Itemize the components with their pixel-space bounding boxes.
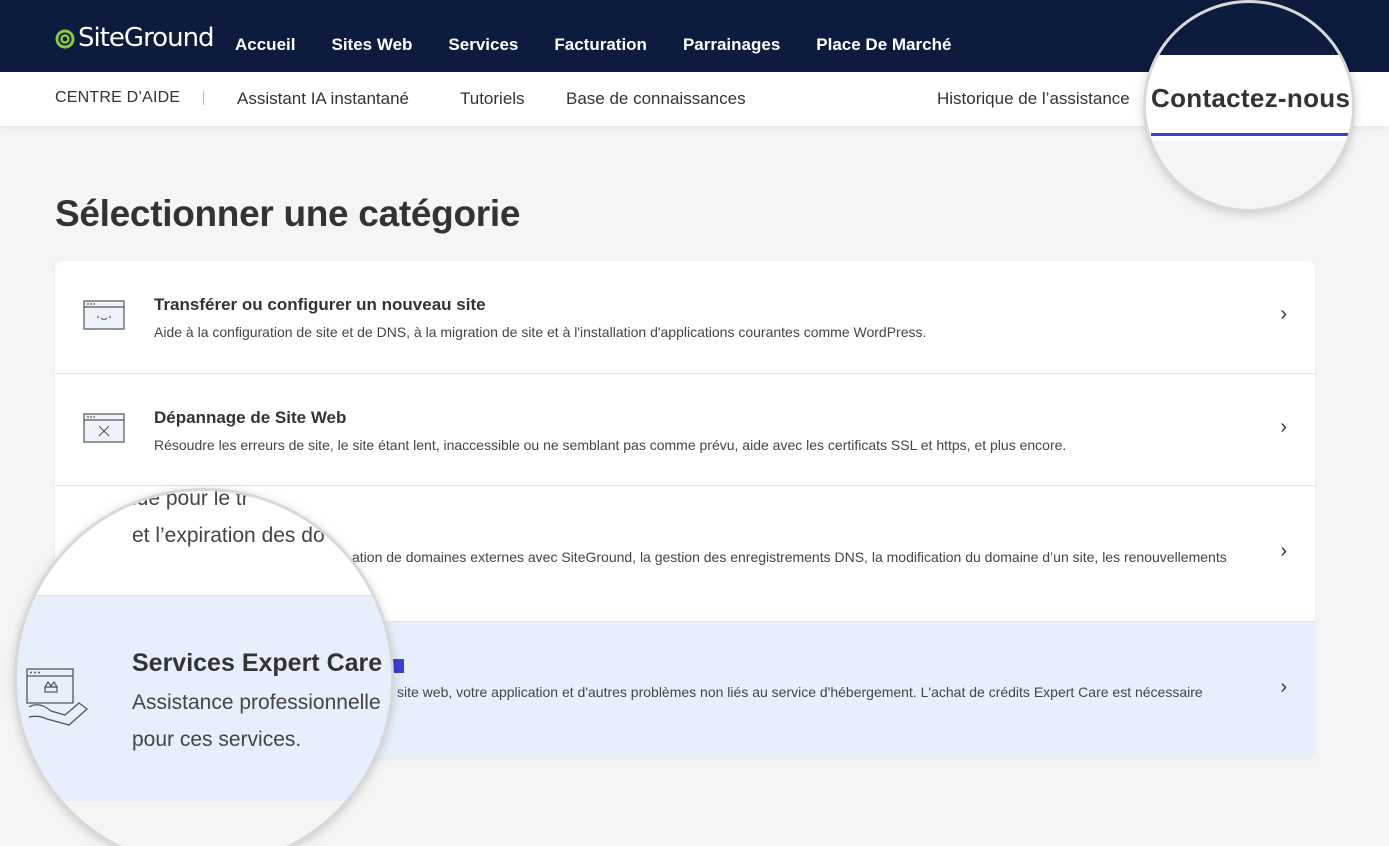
browser-error-icon	[83, 413, 125, 443]
subnav-support-history[interactable]: Historique de l’assistance	[937, 89, 1130, 109]
magnified-domain-text: ide pour le tr	[132, 488, 249, 510]
nav-sites-web[interactable]: Sites Web	[331, 35, 412, 55]
chevron-right-icon: ›	[1280, 540, 1287, 562]
nav-services[interactable]: Services	[448, 35, 518, 55]
nav-accueil[interactable]: Accueil	[235, 35, 295, 55]
expert-care-icon	[26, 668, 89, 726]
category-transfer-setup[interactable]: Transférer ou configurer un nouveau site…	[55, 261, 1315, 374]
siteground-logo[interactable]: SiteGround	[55, 22, 215, 54]
browser-smile-icon	[83, 300, 125, 330]
nav-parrainages[interactable]: Parrainages	[683, 35, 780, 55]
help-center-label[interactable]: CENTRE D’AIDE	[55, 89, 180, 107]
category-description: ation de domaines externes avec SiteGrou…	[352, 549, 1227, 565]
contact-us-link[interactable]: Contactez-nous	[1151, 83, 1350, 114]
subnav-tutorials[interactable]: Tutoriels	[460, 89, 525, 109]
subnav-knowledge-base[interactable]: Base de connaissances	[566, 89, 746, 109]
siteground-swirl-icon	[55, 29, 75, 49]
magnified-domain-text: et l’expiration des do	[132, 524, 325, 547]
category-description: site web, votre application et d'autres …	[397, 684, 1203, 700]
category-description: Résoudre les erreurs de site, le site ét…	[154, 437, 1067, 453]
subnav-ai-assistant[interactable]: Assistant IA instantané	[237, 89, 409, 109]
magnified-expert-care-desc: Assistance professionnelle	[132, 691, 381, 714]
chevron-right-icon: ›	[1280, 676, 1287, 698]
category-troubleshooting[interactable]: Dépannage de Site Web Résoudre les erreu…	[55, 374, 1315, 486]
category-description: Aide à la configuration de site et de DN…	[154, 324, 927, 340]
magnifier-contact: Contactez-nous	[1143, 0, 1355, 212]
chevron-right-icon: ›	[1280, 416, 1287, 438]
page-title: Sélectionner une catégorie	[55, 193, 521, 234]
logo-text: SiteGround	[78, 23, 215, 53]
nav-place-de-marche[interactable]: Place De Marché	[816, 35, 951, 55]
contact-underline	[1151, 133, 1351, 136]
category-title: Transférer ou configurer un nouveau site	[154, 295, 486, 314]
category-title: Dépannage de Site Web	[154, 408, 347, 427]
magnified-expert-care-desc: pour ces services.	[132, 728, 302, 751]
magnified-expert-care-title: Services Expert Care	[132, 649, 383, 677]
chevron-right-icon: ›	[1280, 303, 1287, 325]
nav-facturation[interactable]: Facturation	[554, 35, 647, 55]
subnav-divider	[203, 91, 204, 105]
main-nav: Accueil Sites Web Services Facturation P…	[235, 35, 987, 55]
magnifier-expert-care: ide pour le tr et l’expiration des do Se…	[14, 488, 394, 846]
